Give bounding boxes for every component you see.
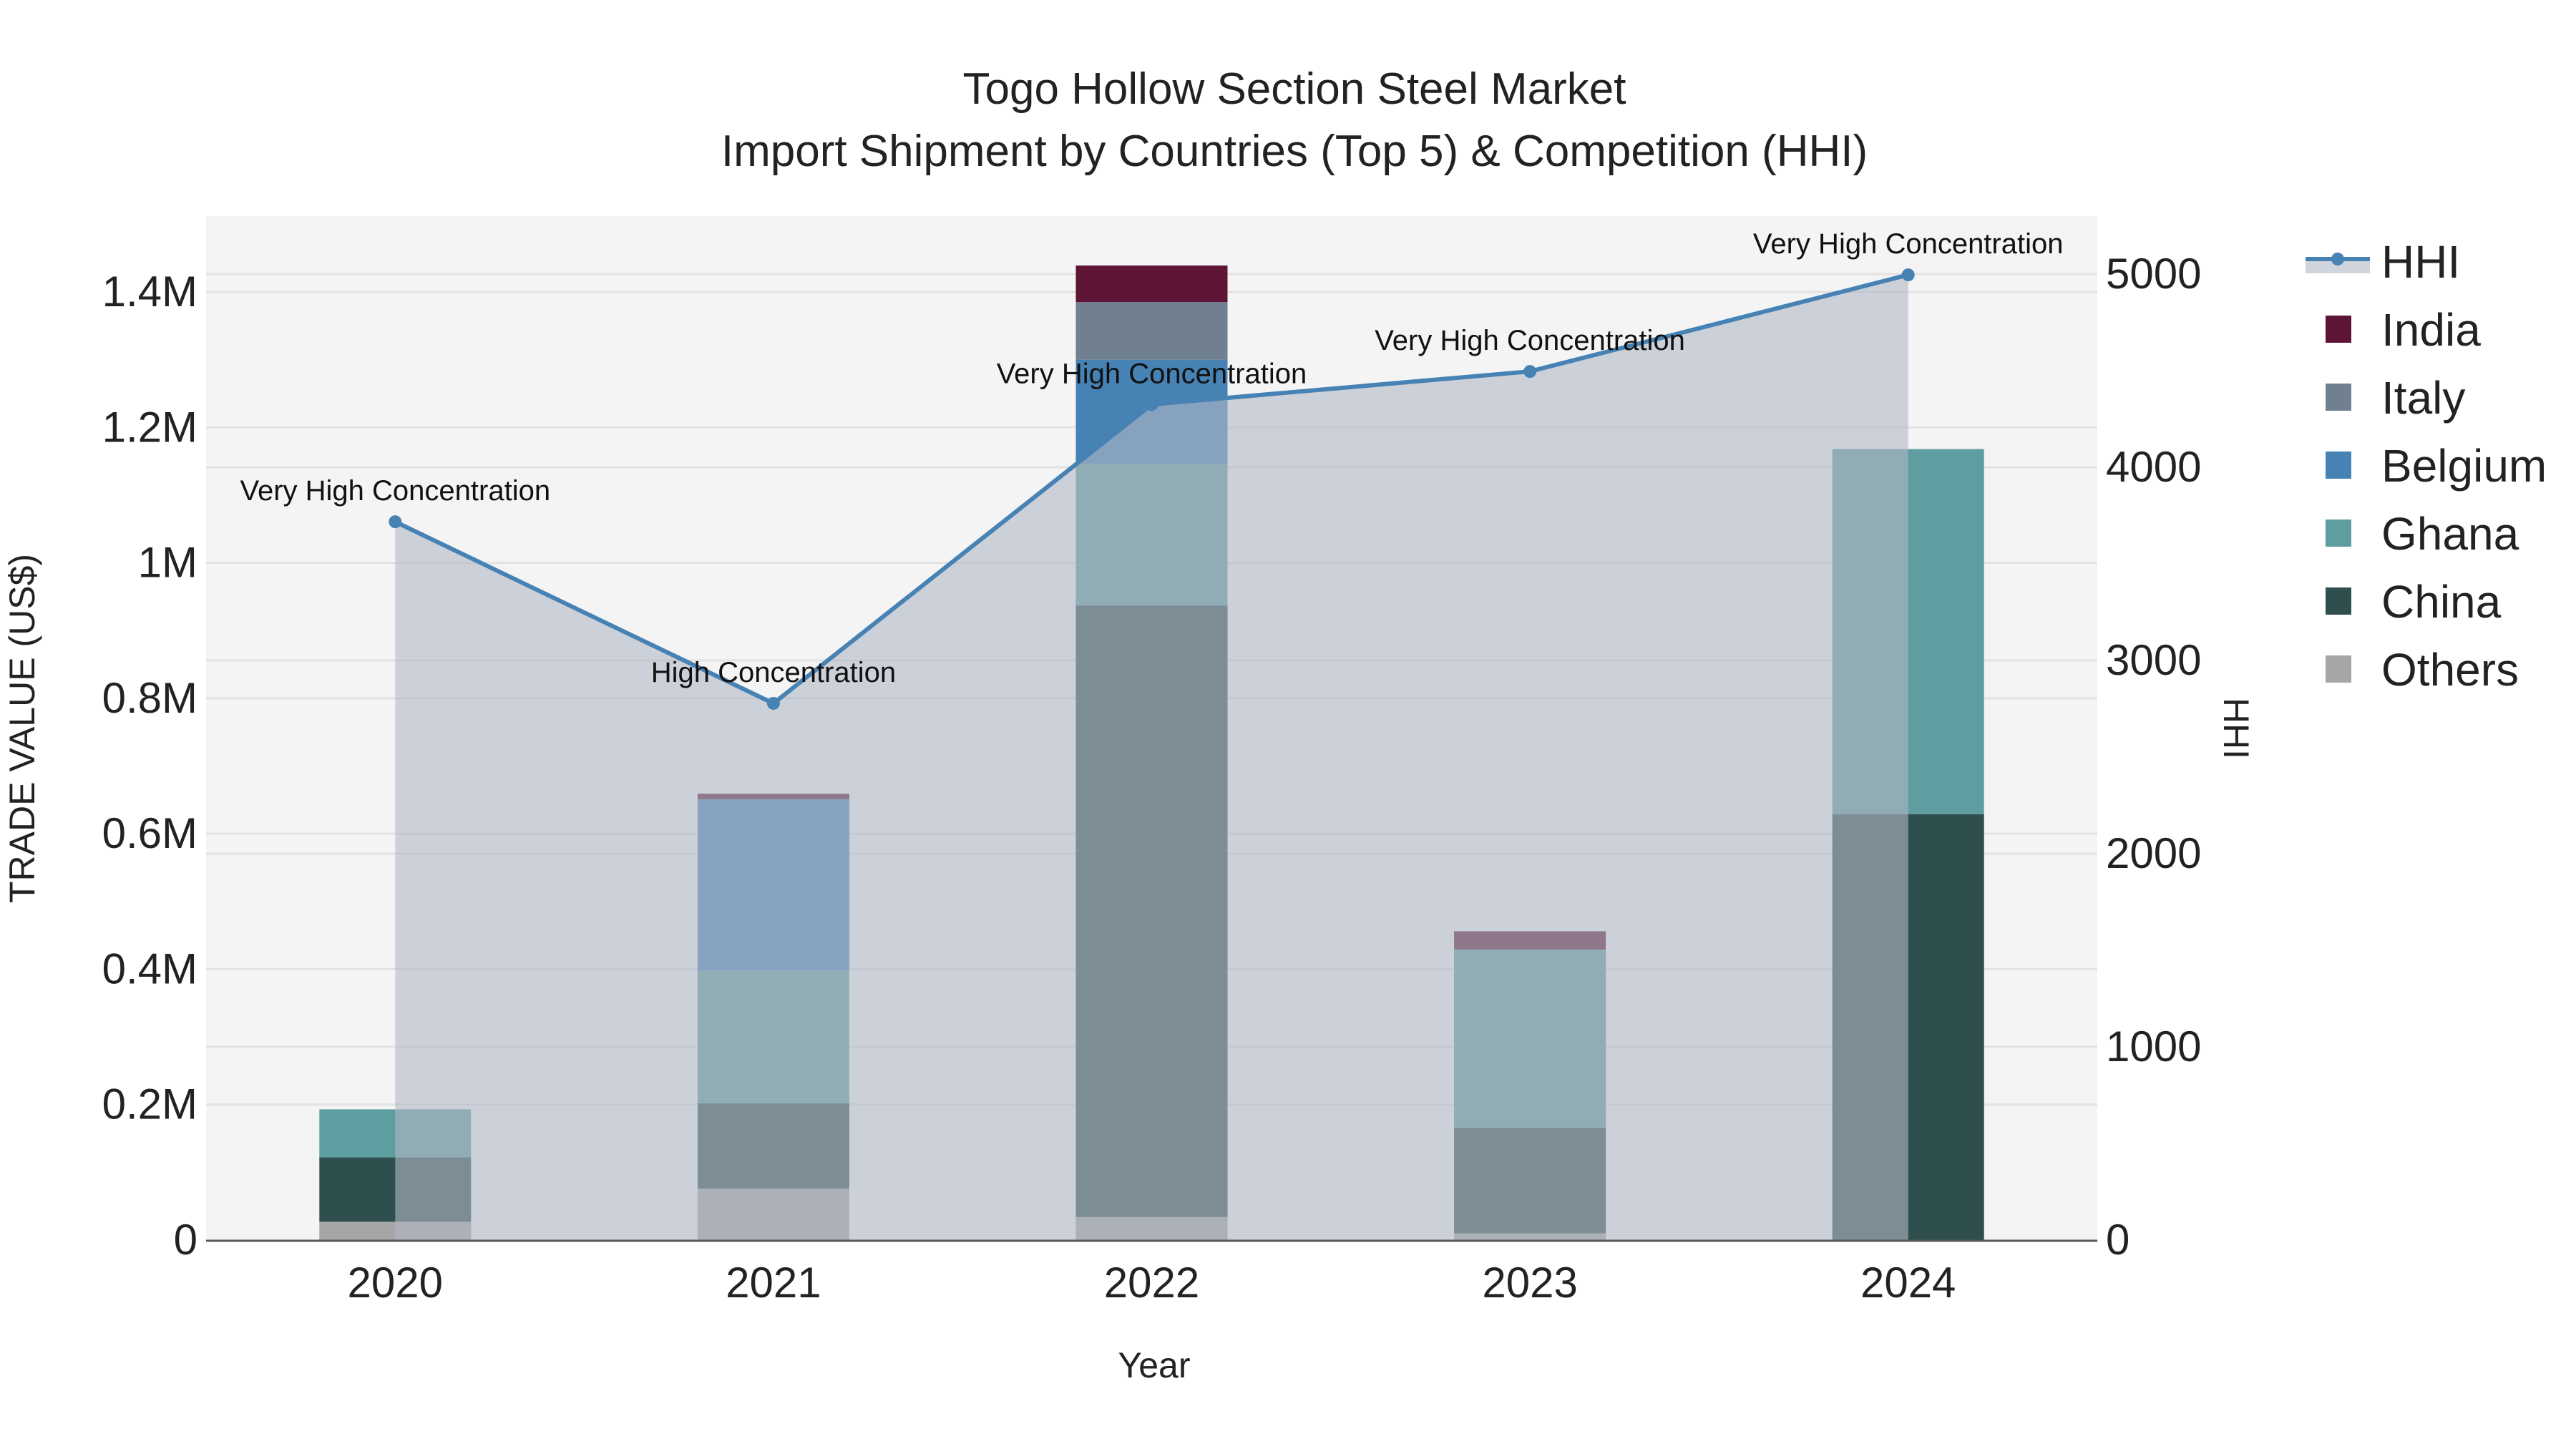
legend-label: Italy	[2381, 372, 2465, 424]
bar-india	[1075, 265, 1228, 303]
bar-italy	[1075, 302, 1228, 360]
y-tick-label: 0	[174, 1216, 197, 1264]
legend-label: China	[2381, 576, 2502, 628]
legend-swatch-china	[2326, 587, 2351, 615]
y-axis-ticks: 0 0.2M 0.4M 0.6M 0.8M 1M 1.2M 1.4M	[102, 268, 197, 1264]
y2-tick-label: 0	[2106, 1216, 2129, 1264]
legend-swatch-belgium	[2326, 452, 2351, 479]
hhi-point	[766, 696, 780, 710]
y2-tick-label: 3000	[2106, 636, 2201, 684]
chart-subtitle: Import Shipment by Countries (Top 5) & C…	[721, 127, 1868, 176]
y-tick-label: 0.6M	[102, 809, 197, 857]
chart-title: Togo Hollow Section Steel Market	[962, 64, 1626, 114]
hhi-point	[1145, 398, 1158, 411]
y2-tick-label: 4000	[2106, 443, 2201, 491]
y-tick-label: 1M	[138, 539, 197, 587]
y-tick-label: 0.8M	[102, 674, 197, 722]
hhi-annotation: Very High Concentration	[1375, 325, 1685, 356]
x-tick-label: 2024	[1860, 1259, 1956, 1307]
legend-swatch-ghana	[2326, 519, 2351, 547]
y-tick-label: 0.2M	[102, 1080, 197, 1128]
y-axis-title: TRADE VALUE (US$)	[2, 554, 42, 903]
hhi-point	[1901, 268, 1915, 282]
x-axis-ticks: 2020 2021 2022 2023 2024	[348, 1259, 1956, 1307]
legend-label: HHI	[2381, 236, 2460, 288]
y-tick-label: 0.4M	[102, 945, 197, 992]
y-tick-label: 1.4M	[102, 268, 197, 316]
hhi-annotation: Very High Concentration	[1753, 228, 2064, 260]
y-tick-label: 1.2M	[102, 403, 197, 451]
hhi-point	[389, 515, 402, 529]
y2-axis-title: HHI	[2216, 698, 2256, 759]
hhi-annotation: Very High Concentration	[240, 475, 551, 507]
legend: HHI India Italy Belgium Ghana China Others	[2306, 236, 2547, 696]
x-axis-title: Year	[1118, 1345, 1190, 1385]
legend-label: Others	[2381, 644, 2519, 696]
legend-label: Belgium	[2381, 440, 2547, 492]
y2-axis-ticks: 0 1000 2000 3000 4000 5000	[2106, 250, 2201, 1264]
y2-tick-label: 5000	[2106, 250, 2201, 298]
hhi-annotation: High Concentration	[651, 657, 896, 688]
legend-hhi-marker	[2331, 253, 2344, 265]
legend-swatch-italy	[2326, 384, 2351, 411]
hhi-annotation: Very High Concentration	[997, 358, 1307, 389]
x-tick-label: 2021	[726, 1259, 821, 1307]
legend-swatch-india	[2326, 316, 2351, 343]
chart: Very High Concentration High Concentratio…	[2, 64, 2547, 1385]
y2-tick-label: 1000	[2106, 1023, 2201, 1070]
legend-label: Ghana	[2381, 508, 2519, 560]
y2-tick-label: 2000	[2106, 829, 2201, 877]
x-tick-label: 2023	[1482, 1259, 1577, 1307]
hhi-point	[1523, 365, 1537, 379]
x-tick-label: 2022	[1104, 1259, 1199, 1307]
legend-label: India	[2381, 304, 2481, 356]
legend-swatch-others	[2326, 655, 2351, 683]
x-tick-label: 2020	[348, 1259, 443, 1307]
